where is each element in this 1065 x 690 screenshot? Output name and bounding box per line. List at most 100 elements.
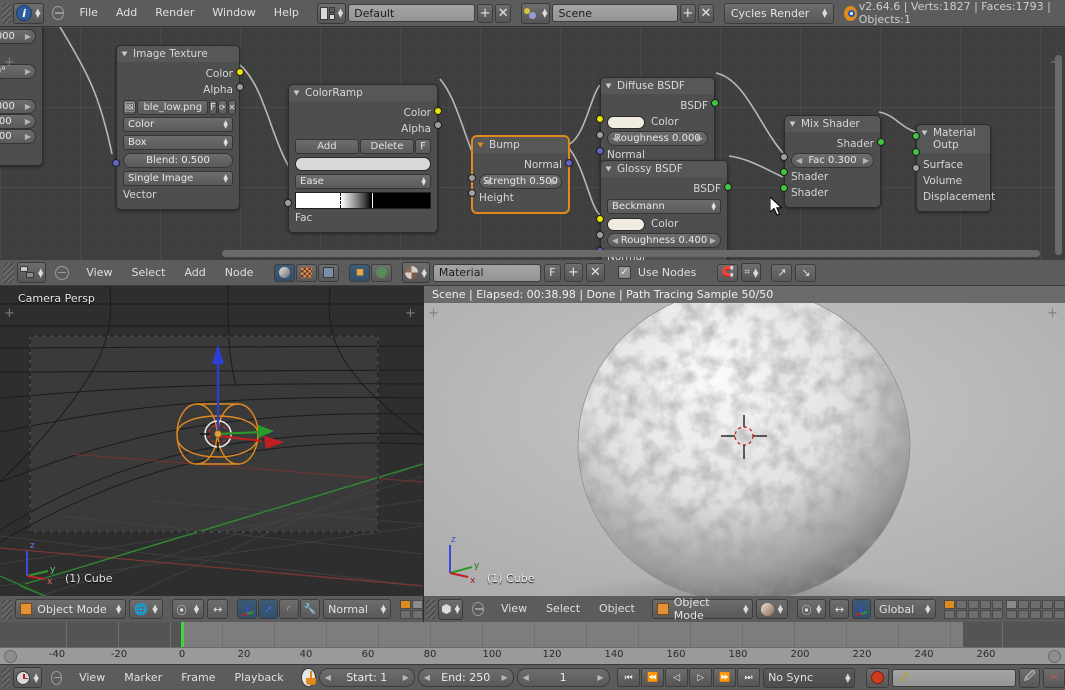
- collapse-triangle-icon[interactable]: [789, 121, 796, 127]
- menu-file[interactable]: File: [72, 4, 106, 22]
- add-scene-button[interactable]: +: [679, 3, 696, 23]
- play-reverse-icon[interactable]: ⏪: [641, 668, 665, 687]
- header-grip[interactable]: [2, 667, 11, 688]
- socket-shader2-in[interactable]: [780, 184, 788, 192]
- timeline-playhead[interactable]: [181, 622, 184, 647]
- enter-group-icon[interactable]: ↗: [771, 263, 793, 282]
- scene-icon[interactable]: ▲ ▼: [521, 2, 551, 24]
- image-source-dropdown[interactable]: Single Image ▲ ▼: [123, 171, 233, 186]
- frame-forward-icon[interactable]: ⏩: [713, 668, 737, 687]
- socket-color-out[interactable]: [236, 68, 244, 76]
- image-colorspace-dropdown[interactable]: Color ▲ ▼: [123, 117, 233, 132]
- timeline-menu-marker[interactable]: Marker: [116, 669, 170, 687]
- record-icon[interactable]: [866, 667, 890, 688]
- autokey-icon[interactable]: [300, 668, 316, 687]
- collapse-triangle-icon[interactable]: [605, 83, 612, 89]
- delete-scene-button[interactable]: ✕: [697, 3, 714, 23]
- bump-strength-slider[interactable]: ◀ Strength 0.500 ▶: [479, 174, 562, 189]
- socket-strength-in[interactable]: [468, 174, 476, 182]
- jump-end-icon[interactable]: ⏭: [737, 668, 761, 687]
- editor-type-selector-info[interactable]: i ▲ ▼: [13, 2, 44, 24]
- material-name-field[interactable]: Material: [432, 263, 541, 282]
- diffuse-roughness-slider[interactable]: ◀ Roughness 0.000 ▶: [607, 131, 708, 146]
- layer-buttons-group-1[interactable]: [944, 599, 1003, 619]
- area-corner-icon[interactable]: +: [404, 307, 417, 321]
- collapse-triangle-icon[interactable]: [121, 51, 128, 57]
- colorramp-gradient[interactable]: [295, 192, 431, 209]
- mix-fac-slider[interactable]: ◀ Fac 0.300 ▶: [791, 153, 874, 168]
- socket-vector-in[interactable]: [112, 159, 120, 167]
- node-material-output[interactable]: Material Outp Surface Volume Displacemen…: [912, 124, 995, 212]
- colorramp-color-swatch[interactable]: [295, 157, 431, 171]
- collapse-triangle-icon[interactable]: [293, 90, 300, 96]
- image-name-field[interactable]: ble_low.png: [137, 100, 209, 115]
- render-menu-view[interactable]: View: [493, 600, 535, 618]
- timeline-menu-playback[interactable]: Playback: [227, 669, 292, 687]
- image-unlink-button[interactable]: ✕: [227, 100, 237, 115]
- end-frame-field[interactable]: ◀ End: 250 ▶: [417, 668, 514, 687]
- layer-buttons[interactable]: [400, 599, 423, 619]
- timeline-editor[interactable]: -40 -20 0 20 40 60 80 100 120 140 160 18…: [0, 622, 1065, 664]
- render-mode-dropdown[interactable]: Object Mode ▲ ▼: [652, 596, 754, 622]
- current-frame-field[interactable]: ◀ 1 ▶: [516, 668, 610, 687]
- transform-orientation-dropdown[interactable]: Normal ▲ ▼: [323, 599, 392, 619]
- header-grip[interactable]: [426, 599, 436, 619]
- socket-normal-in[interactable]: [596, 147, 604, 155]
- timeline-menu-frame[interactable]: Frame: [173, 669, 223, 687]
- image-fake-user-button[interactable]: F: [209, 100, 217, 115]
- glossy-distribution-dropdown[interactable]: Beckmann ▲ ▼: [607, 199, 721, 214]
- collapse-triangle-icon[interactable]: [921, 130, 928, 136]
- socket-height-in[interactable]: [468, 189, 476, 197]
- shading-mode-dropdown[interactable]: 🌐 ▲ ▼: [129, 599, 163, 619]
- render-result-view[interactable]: Scene | Elapsed: 00:38.98 | Done | Path …: [424, 286, 1065, 596]
- glossy-roughness-slider[interactable]: ◀ Roughness 0.400 ▶: [607, 233, 721, 248]
- colorramp-fake-user-button[interactable]: F: [415, 139, 431, 154]
- pivot-point-dropdown[interactable]: ⦿ ▲ ▼: [171, 599, 205, 619]
- translate-manipulator-icon[interactable]: [852, 599, 872, 619]
- node-v-scrollbar[interactable]: [1055, 55, 1062, 255]
- image-projection-dropdown[interactable]: Box ▲ ▼: [123, 135, 233, 150]
- render-menu-select[interactable]: Select: [538, 600, 588, 618]
- node-colorramp[interactable]: ColorRamp Color Alpha Add Delete F Ease ▲…: [284, 84, 442, 233]
- use-nodes-checkbox[interactable]: ✓: [617, 266, 631, 279]
- socket-surface-in[interactable]: [912, 132, 920, 140]
- node-mix-shader[interactable]: Mix Shader Shader ◀ Fac 0.300 ▶ Shader S…: [780, 115, 885, 208]
- material-fake-user-button[interactable]: F: [543, 263, 561, 282]
- rotate-icon[interactable]: ➚: [258, 599, 279, 619]
- linestyle-shader-icon[interactable]: [318, 263, 340, 282]
- manipulator-toggle[interactable]: ↔: [207, 599, 229, 619]
- node-menu-node[interactable]: Node: [217, 264, 262, 282]
- snap-element-icon[interactable]: ⌗ ▲ ▼: [741, 263, 762, 282]
- editor-type-selector-timeline[interactable]: ▲ ▼: [13, 667, 42, 688]
- jump-start-icon[interactable]: ⏮: [617, 668, 641, 687]
- socket-fac-in[interactable]: [780, 153, 788, 161]
- render-orientation-dropdown[interactable]: Global ▲ ▼: [874, 599, 936, 619]
- socket-roughness-in[interactable]: [596, 131, 604, 139]
- insert-keyframe-icon[interactable]: 🖉: [1018, 667, 1041, 688]
- screen-layout-field[interactable]: Default: [348, 4, 475, 22]
- delete-layout-button[interactable]: ✕: [495, 3, 512, 23]
- collapse-triangle-icon[interactable]: [605, 166, 612, 172]
- colorramp-delete-button[interactable]: Delete: [359, 139, 414, 154]
- collapse-menu-icon[interactable]: [55, 265, 70, 280]
- colorramp-add-button[interactable]: Add: [295, 139, 359, 154]
- node-menu-select[interactable]: Select: [124, 264, 174, 282]
- editor-type-selector-node[interactable]: ▲ ▼: [17, 262, 47, 283]
- area-corner-icon[interactable]: +: [427, 307, 440, 321]
- node-menu-add[interactable]: Add: [176, 264, 213, 282]
- start-frame-field[interactable]: ◀ Start: 1 ▶: [318, 668, 415, 687]
- play-back-icon[interactable]: ◁: [665, 668, 689, 687]
- image-browse-icon[interactable]: 🖼: [123, 100, 137, 115]
- header-grip[interactable]: [3, 262, 14, 283]
- socket-alpha-out[interactable]: [434, 121, 442, 129]
- render-manipulator-toggle[interactable]: ↔: [829, 599, 850, 619]
- image-reload-icon[interactable]: ⟳: [217, 100, 227, 115]
- socket-color-in[interactable]: [596, 215, 604, 223]
- layer-buttons-group-2[interactable]: [1006, 599, 1065, 619]
- material-unlink-button[interactable]: ✕: [585, 263, 605, 282]
- translate-icon[interactable]: [237, 599, 258, 619]
- node-bump[interactable]: Bump Normal ◀ Strength 0.500 ▶ Height: [468, 136, 573, 213]
- socket-bsdf-out[interactable]: [724, 183, 732, 191]
- timeline-menu-view[interactable]: View: [71, 669, 113, 687]
- collapse-menu-icon[interactable]: [50, 670, 63, 685]
